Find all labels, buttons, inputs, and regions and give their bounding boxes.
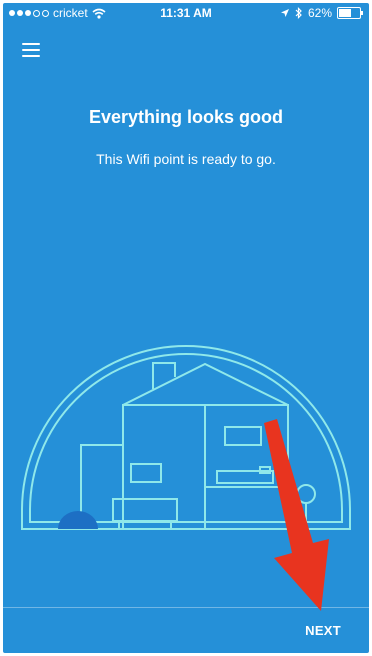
page-title: Everything looks good [88,107,284,127]
house-illustration [21,345,351,530]
app-screen: cricket 11:31 AM 62% Everything looks go… [3,3,369,653]
page-subtitle: This Wifi point is ready to go. [96,151,276,167]
menu-button[interactable] [22,43,40,57]
location-arrow-icon [280,9,289,17]
bluetooth-icon [295,7,302,19]
battery-icon [337,7,363,19]
status-right: 62% [280,6,363,20]
footer-divider [3,607,369,608]
wifi-point-device [58,511,98,529]
next-button[interactable]: NEXT [305,623,341,638]
battery-percent: 62% [307,6,332,20]
status-bar: cricket 11:31 AM 62% [3,3,369,23]
